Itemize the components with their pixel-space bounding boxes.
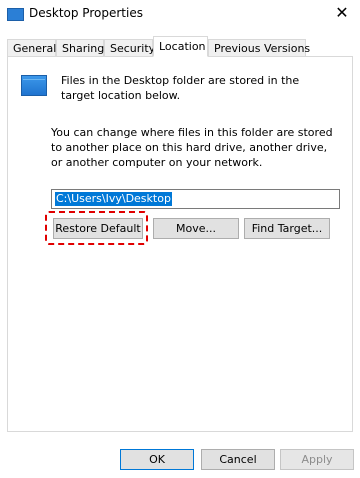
close-icon[interactable]: ✕ — [332, 2, 352, 24]
location-info-text: Files in the Desktop folder are stored i… — [61, 74, 300, 102]
location-panel: Files in the Desktop folder are stored i… — [7, 56, 353, 432]
tab-security[interactable]: Security — [104, 39, 155, 56]
location-path-value: C:\Users\Ivy\Desktop — [55, 192, 172, 206]
tab-general[interactable]: General — [7, 39, 56, 56]
find-target-button[interactable]: Find Target... — [244, 218, 330, 239]
location-description: You can change where files in this folde… — [51, 126, 333, 169]
tab-location[interactable]: Location — [153, 36, 208, 57]
tab-bar: General Sharing Security Location Previo… — [7, 36, 353, 57]
ok-button[interactable]: OK — [120, 449, 194, 470]
apply-button[interactable]: Apply — [280, 449, 354, 470]
desktop-folder-icon — [21, 75, 47, 96]
folder-icon — [7, 8, 24, 21]
restore-default-button[interactable]: Restore Default — [53, 218, 143, 239]
window-title: Desktop Properties — [29, 6, 143, 20]
tab-sharing[interactable]: Sharing — [56, 39, 104, 56]
cancel-button[interactable]: Cancel — [201, 449, 275, 470]
title-bar[interactable]: Desktop Properties ✕ — [0, 0, 360, 30]
location-path-input[interactable]: C:\Users\Ivy\Desktop — [51, 189, 340, 209]
tab-previous-versions[interactable]: Previous Versions — [208, 39, 310, 56]
move-button[interactable]: Move... — [153, 218, 239, 239]
